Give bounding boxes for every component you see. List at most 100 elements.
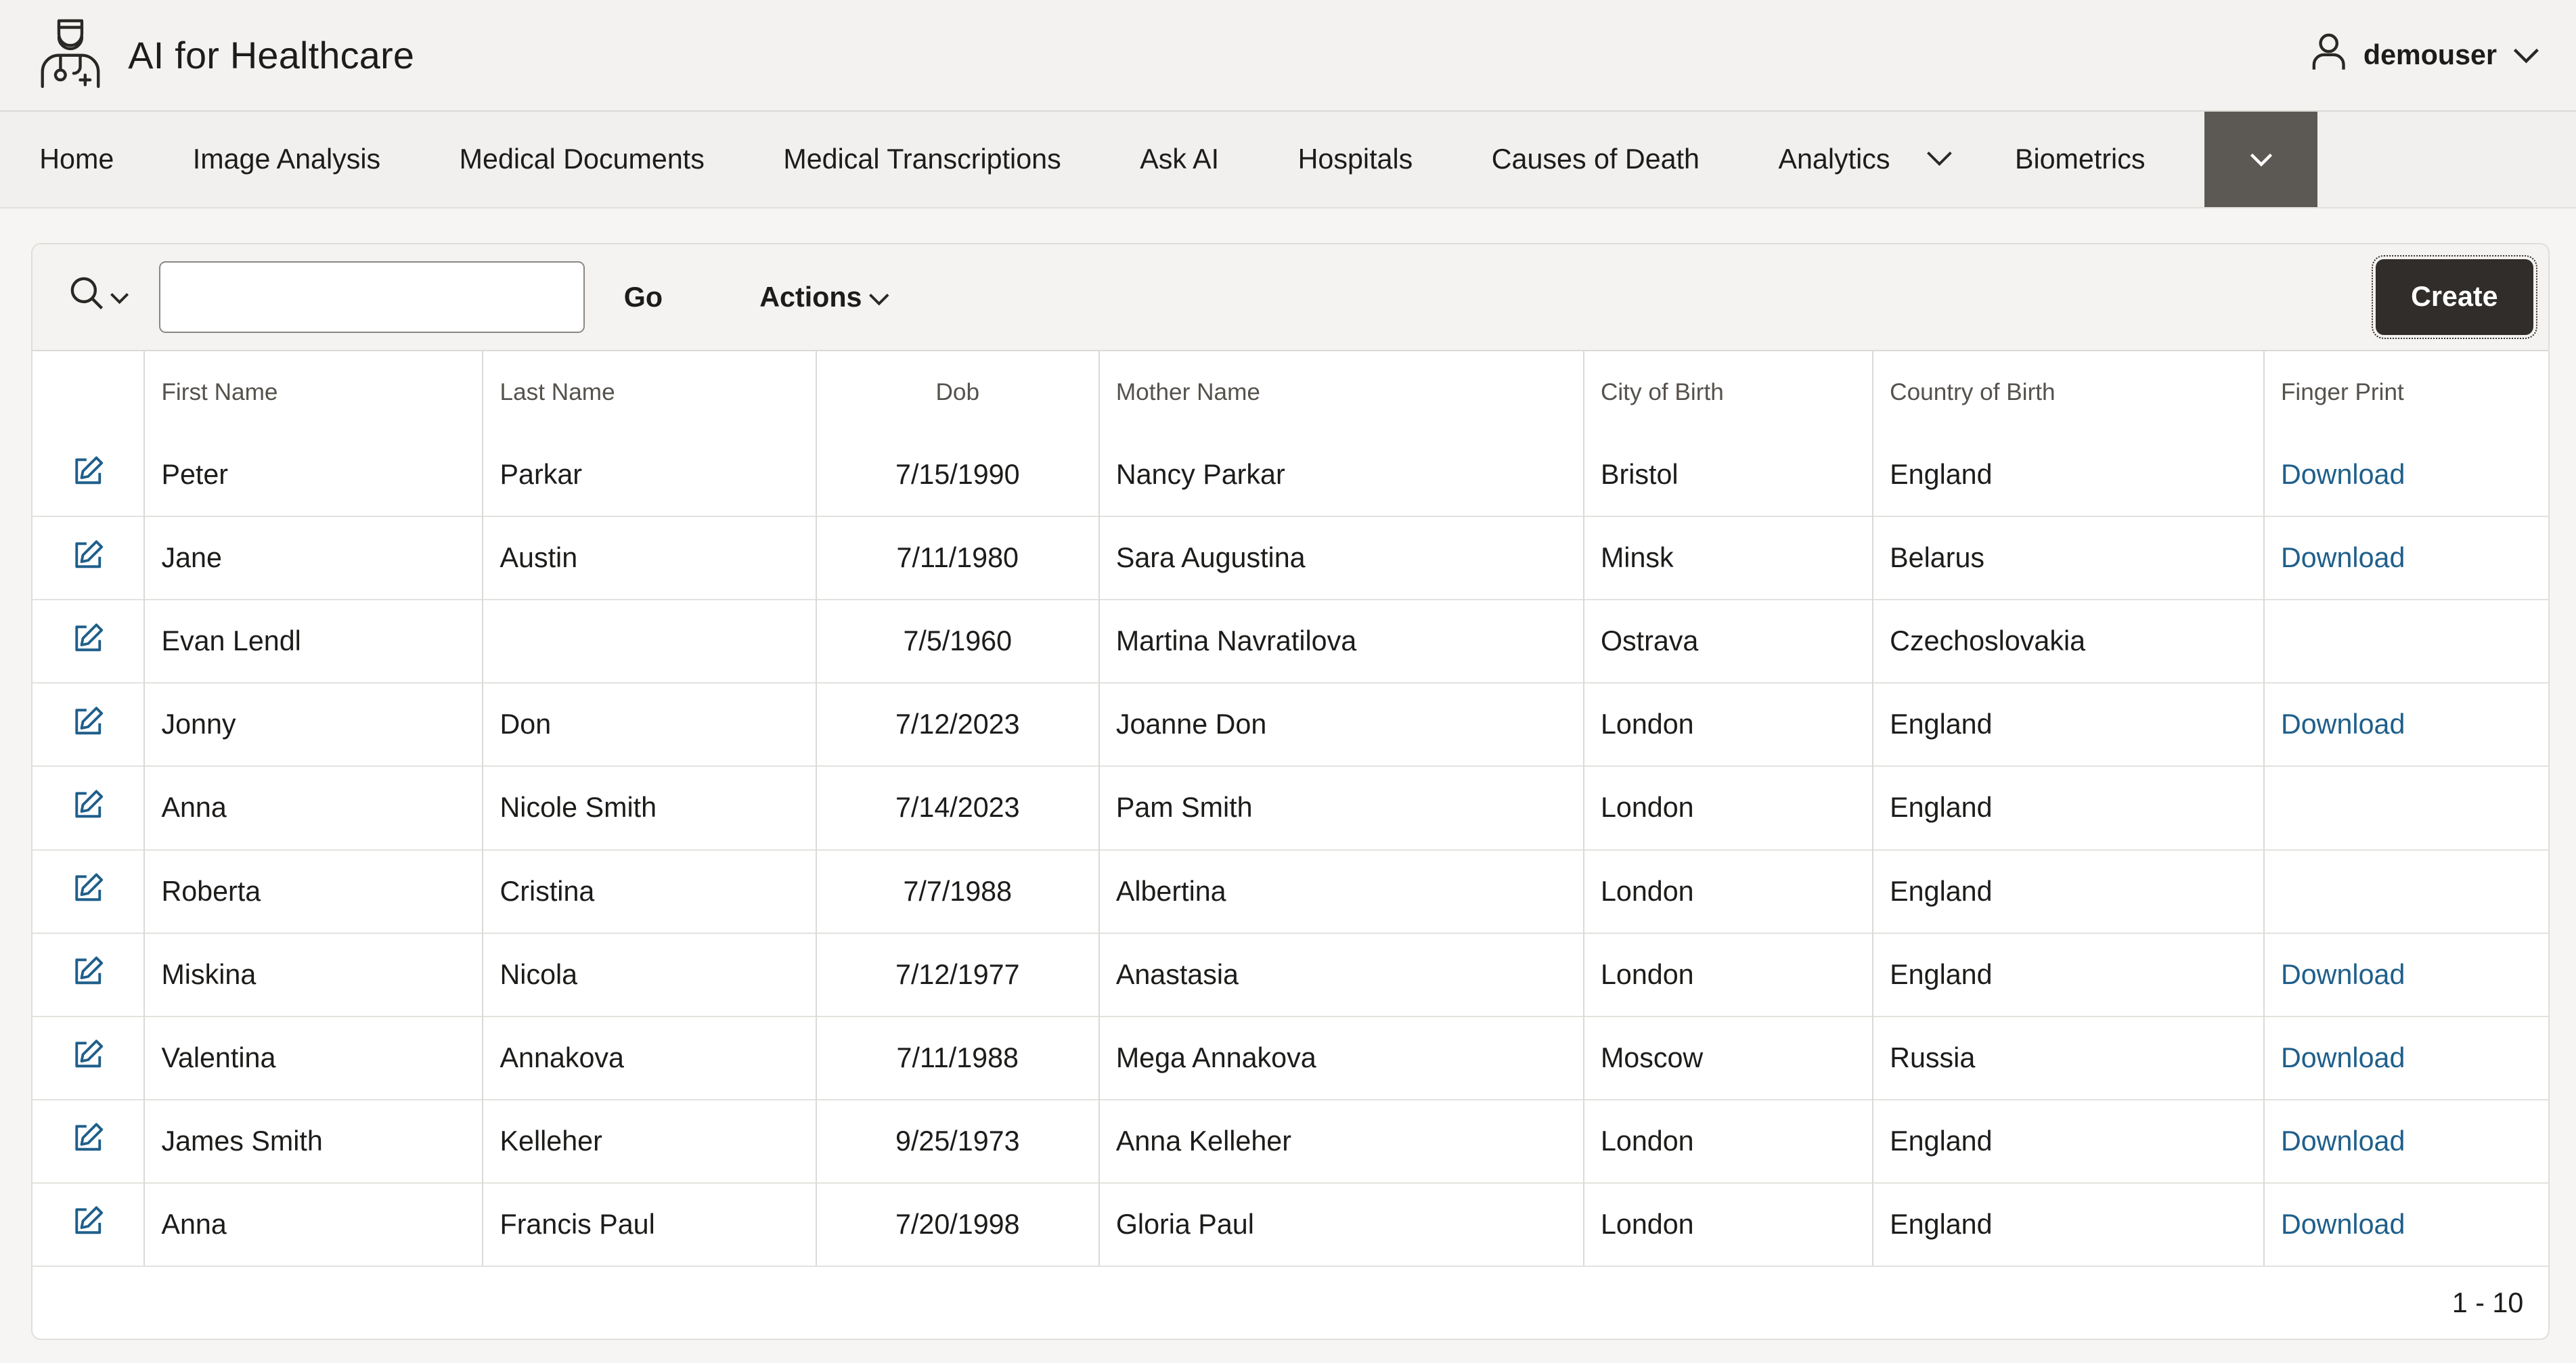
table-row: Anna Nicole Smith 7/14/2023 Pam Smith London… (32, 765, 2548, 850)
report-region: Go Actions Create First Name Last Name D… (31, 243, 2550, 1341)
brand[interactable]: AI for Healthcare (36, 14, 414, 97)
table-cell: Austin (483, 516, 818, 600)
column-header[interactable]: Finger Print (2264, 351, 2548, 433)
fingerprint-download-link[interactable]: Download (2281, 1125, 2405, 1157)
table-cell: Anna Kelleher (1098, 1098, 1584, 1183)
pagination-range: 1 - 10 (2451, 1287, 2524, 1319)
table-cell: Valentina (144, 1015, 484, 1100)
table-cell: 7/5/1960 (816, 599, 1100, 684)
nav-image-analysis[interactable]: Image Analysis (154, 112, 420, 207)
table-cell: Kelleher (483, 1098, 818, 1183)
column-header[interactable]: City of Birth (1583, 351, 1873, 434)
edit-row-cell (32, 765, 146, 850)
nav-causes-of-death[interactable]: Causes of Death (1452, 112, 1739, 207)
nav-biometrics[interactable]: Biometrics (1976, 112, 2185, 207)
chevron-down-icon (2513, 39, 2539, 71)
actions-label: Actions (759, 281, 862, 313)
nav-home[interactable]: Home (0, 112, 154, 207)
table-cell: Ostrava (1583, 599, 1873, 684)
main-nav: Home Image Analysis Medical Documents Me… (0, 112, 2576, 209)
table-cell: Annakova (483, 1015, 818, 1100)
column-header[interactable]: Mother Name (1098, 351, 1584, 434)
nav-medical-documents[interactable]: Medical Documents (420, 112, 744, 207)
table-row: Valentina Annakova 7/11/1988 Mega Annakova M… (32, 1015, 2548, 1100)
table-cell: England (1872, 682, 2265, 767)
column-header[interactable]: Country of Birth (1872, 351, 2265, 434)
table-cell: Moscow (1583, 1015, 1873, 1100)
table-cell: 7/12/1977 (816, 932, 1100, 1016)
table-cell: 7/12/2023 (816, 682, 1100, 767)
nav-analytics[interactable]: Analytics (1739, 112, 1909, 207)
table-cell: London (1583, 1098, 1873, 1183)
table-cell: Anastasia (1098, 932, 1584, 1016)
table-cell: Download (2263, 1098, 2548, 1183)
table-cell: James Smith (144, 1098, 484, 1183)
fingerprint-download-link[interactable]: Download (2281, 459, 2405, 490)
table-row: Roberta Cristina 7/7/1988 Albertina London En… (32, 849, 2548, 933)
edit-icon[interactable] (72, 790, 105, 827)
table-cell: Sara Augustina (1098, 516, 1584, 600)
edit-icon[interactable] (72, 873, 105, 910)
actions-menu-button[interactable]: Actions (759, 282, 890, 313)
edit-icon[interactable] (72, 456, 105, 494)
table-cell: 7/15/1990 (816, 433, 1100, 517)
table-cell: 7/7/1988 (816, 849, 1100, 933)
table-cell: England (1872, 765, 2265, 850)
edit-row-cell (32, 1015, 146, 1100)
app-header: AI for Healthcare demouser (0, 0, 2576, 112)
edit-icon[interactable] (72, 1040, 105, 1077)
user-menu[interactable]: demouser (2311, 32, 2539, 78)
analytics-submenu-toggle[interactable] (1910, 112, 1976, 207)
table-cell: Download (2263, 682, 2548, 767)
edit-icon[interactable] (72, 623, 105, 661)
column-header[interactable]: Last Name (483, 351, 818, 434)
edit-icon[interactable] (72, 707, 105, 744)
table-row: Evan Lendl 7/5/1960 Martina Navratilova Ost… (32, 599, 2548, 684)
table-cell: London (1583, 849, 1873, 933)
chevron-down-icon (2250, 145, 2273, 175)
create-button[interactable]: Create (2371, 254, 2538, 340)
table-cell: Download (2263, 1015, 2548, 1100)
table-cell: Joanne Don (1098, 682, 1584, 767)
nav-medical-transcriptions[interactable]: Medical Transcriptions (744, 112, 1101, 207)
go-button[interactable]: Go (624, 282, 663, 313)
table-cell: Download (2263, 516, 2548, 600)
search-column-menu[interactable] (69, 275, 130, 318)
fingerprint-download-link[interactable]: Download (2281, 959, 2405, 990)
fingerprint-download-link[interactable]: Download (2281, 1042, 2405, 1073)
table-cell: Cristina (483, 849, 818, 933)
table-cell: Peter (144, 433, 484, 517)
table-cell: Download (2264, 433, 2548, 516)
table-cell: England (1872, 433, 2265, 517)
nav-hospitals[interactable]: Hospitals (1258, 112, 1452, 207)
biometrics-submenu-toggle[interactable] (2204, 112, 2318, 208)
search-icon (69, 275, 105, 318)
chevron-down-icon (110, 282, 129, 312)
fingerprint-download-link[interactable]: Download (2281, 1209, 2405, 1240)
fingerprint-download-link[interactable]: Download (2281, 709, 2405, 740)
table-row: Jonny Don 7/12/2023 Joanne Don London England… (32, 682, 2548, 767)
edit-row-cell (32, 433, 146, 517)
edit-icon[interactable] (72, 1123, 105, 1160)
nav-ask-ai[interactable]: Ask AI (1101, 112, 1258, 207)
user-icon (2311, 32, 2347, 78)
table-cell: Roberta (144, 849, 484, 933)
table-cell: Nicole Smith (483, 765, 818, 850)
column-header[interactable]: First Name (144, 351, 484, 434)
table-cell: Parkar (483, 433, 818, 517)
edit-icon[interactable] (72, 956, 105, 993)
table-cell: London (1583, 932, 1873, 1016)
table-cell: Czechoslovakia (1872, 599, 2265, 684)
table-cell: Anna (144, 765, 484, 850)
fingerprint-download-link[interactable]: Download (2281, 542, 2405, 573)
column-header[interactable]: Dob (816, 351, 1100, 434)
edit-icon[interactable] (72, 540, 105, 577)
table-cell: Don (483, 682, 818, 767)
table-header-row: First Name Last Name Dob Mother Name Cit… (32, 351, 2548, 434)
edit-icon[interactable] (72, 1206, 105, 1243)
table-cell: London (1583, 765, 1873, 850)
table-cell (2263, 765, 2548, 850)
table-cell: 7/14/2023 (816, 765, 1100, 850)
search-input[interactable] (158, 261, 585, 334)
patients-table: First Name Last Name Dob Mother Name Cit… (32, 351, 2548, 1267)
